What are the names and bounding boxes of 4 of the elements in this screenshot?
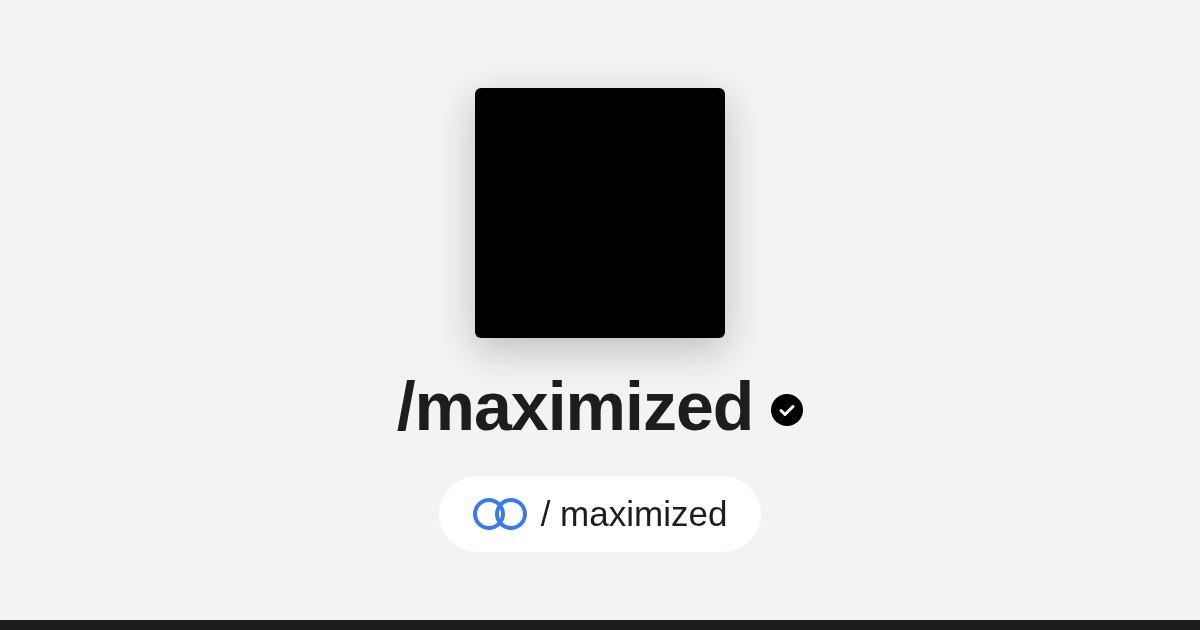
link-pill[interactable]: / maximized bbox=[438, 476, 762, 552]
link-rings-icon bbox=[470, 497, 529, 531]
pill-label: / maximized bbox=[540, 494, 728, 534]
profile-name: /maximized bbox=[396, 367, 754, 446]
